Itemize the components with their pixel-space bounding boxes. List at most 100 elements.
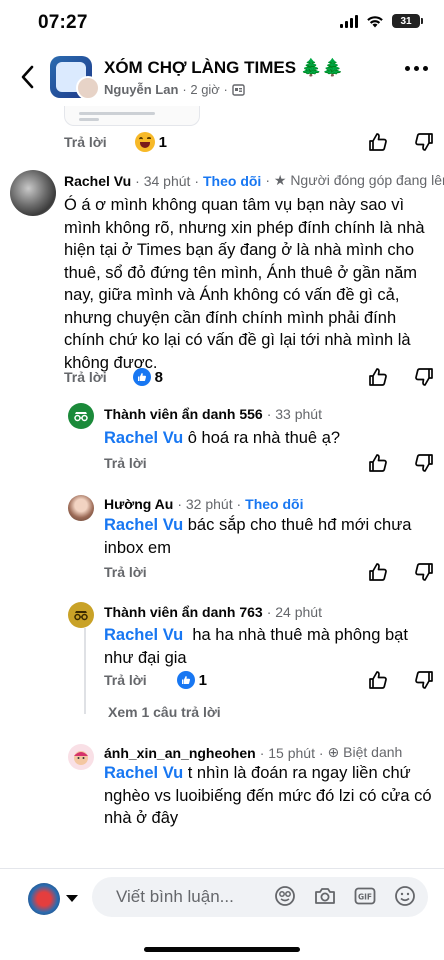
like-reaction-icon: [177, 671, 195, 689]
mention-link[interactable]: Rachel Vu: [104, 429, 183, 447]
commenter-name[interactable]: Rachel Vu: [64, 173, 131, 189]
group-title[interactable]: XÓM CHỢ LÀNG TIMES 🌲🌲: [104, 58, 343, 78]
camera-icon: [313, 884, 337, 908]
comment-text: Rachel Vu ô hoá ra nhà thuê ạ?: [104, 427, 434, 450]
thumbs-down-outline-icon: [414, 367, 434, 387]
profile-avatar[interactable]: [28, 883, 60, 915]
comment-time: · 32 phút ·: [177, 496, 241, 512]
dislike-button[interactable]: [412, 668, 436, 692]
camera-button[interactable]: [312, 883, 338, 909]
post-meta: Nguyễn Lan · 2 giờ ·: [104, 82, 245, 97]
reaction-summary[interactable]: 1: [135, 132, 167, 152]
commenter-name[interactable]: Hường Au: [104, 496, 173, 512]
comment-time: · 24 phút: [267, 604, 322, 620]
comment-header: Rachel Vu · 34 phút · Theo dõi · ★ Người…: [64, 172, 444, 189]
dislike-button[interactable]: [412, 130, 436, 154]
comment-text: Ó á ơ mình không quan tâm vụ bạn này sao…: [64, 194, 438, 374]
commenter-name[interactable]: ánh_xin_an_ngheohen: [104, 745, 256, 761]
svg-text:GIF: GIF: [358, 893, 372, 902]
thumbs-up-outline-icon: [368, 453, 388, 473]
composer-tools: GIF: [272, 883, 418, 909]
comment-time: · 34 phút ·: [135, 173, 199, 189]
anonymous-mask-icon: [72, 608, 90, 622]
like-button[interactable]: [366, 130, 390, 154]
comment-time: · 15 phút ·: [260, 745, 324, 761]
like-button[interactable]: [366, 668, 390, 692]
follow-button[interactable]: Theo dõi: [245, 496, 303, 512]
emoji-button[interactable]: [392, 883, 418, 909]
reaction-summary[interactable]: 1: [177, 671, 207, 689]
view-replies-link[interactable]: Xem 1 câu trả lời: [108, 704, 221, 720]
comment-composer: GIF: [0, 868, 444, 960]
like-button[interactable]: [366, 560, 390, 584]
mention-link[interactable]: Rachel Vu: [104, 516, 183, 534]
previous-comment-actions: Trả lời 1: [64, 130, 167, 154]
anonymous-avatar[interactable]: [68, 602, 94, 628]
vote-buttons: [366, 560, 436, 584]
commenter-name[interactable]: Thành viên ẩn danh 556: [104, 406, 263, 422]
vote-buttons: [366, 451, 436, 475]
nickname-badge: ⊕ Biệt danh: [328, 744, 403, 761]
chevron-left-icon: [20, 65, 34, 89]
comments-list: Trả lời 1 Rachel Vu · 34 phút · Theo dõi…: [0, 106, 444, 868]
identity-switcher-caret-icon[interactable]: [66, 895, 78, 902]
status-time: 07:27: [38, 12, 88, 34]
comment-header: Thành viên ẩn danh 763 · 24 phút: [104, 604, 322, 620]
battery-icon: 31: [392, 14, 420, 28]
commenter-name[interactable]: Thành viên ẩn danh 763: [104, 604, 263, 620]
comment-text: Rachel Vu ha ha nhà thuê mà phông bạt nh…: [104, 624, 434, 669]
more-options-button[interactable]: [405, 66, 428, 71]
vote-buttons: [366, 130, 436, 154]
commenter-avatar[interactable]: [68, 744, 94, 770]
comment-header: Thành viên ẩn danh 556 · 33 phút: [104, 406, 322, 422]
gif-button[interactable]: GIF: [352, 883, 378, 909]
thumbs-up-outline-icon: [368, 562, 388, 582]
emoji-icon: [393, 884, 417, 908]
post-time: · 2 giờ ·: [182, 82, 227, 97]
comment-actions: Trả lời: [104, 560, 147, 584]
follow-button[interactable]: Theo dõi: [203, 173, 261, 189]
thumbs-up-outline-icon: [368, 132, 388, 152]
dislike-button[interactable]: [412, 560, 436, 584]
thumbs-up-outline-icon: [368, 670, 388, 690]
anonymous-avatar[interactable]: [68, 403, 94, 429]
status-bar: 07:27 31: [0, 0, 444, 48]
author-avatar[interactable]: [76, 76, 100, 100]
reply-button[interactable]: Trả lời: [104, 672, 147, 688]
reply-button[interactable]: Trả lời: [104, 564, 147, 580]
commenter-avatar[interactable]: [68, 495, 94, 521]
thumbs-down-outline-icon: [414, 453, 434, 473]
reply-button[interactable]: Trả lời: [104, 455, 147, 471]
thumbs-down-outline-icon: [414, 670, 434, 690]
previous-comment-image[interactable]: [64, 106, 200, 126]
back-button[interactable]: [12, 60, 42, 94]
comment-header: Hường Au · 32 phút · Theo dõi: [104, 496, 304, 512]
thread-line: [84, 628, 86, 714]
contributor-badge: · ★ Người đóng góp đang lên: [265, 172, 444, 189]
like-button[interactable]: [366, 365, 390, 389]
like-button[interactable]: [366, 451, 390, 475]
commenter-avatar[interactable]: [10, 170, 56, 216]
reaction-summary[interactable]: 8: [133, 368, 163, 386]
dislike-button[interactable]: [412, 365, 436, 389]
thumbs-down-outline-icon: [414, 562, 434, 582]
comment-actions: Trả lời 1: [104, 668, 207, 692]
comment-actions: Trả lời 8: [64, 365, 163, 389]
thumbs-down-outline-icon: [414, 132, 434, 152]
vote-buttons: [366, 668, 436, 692]
reaction-count: 1: [159, 134, 167, 151]
home-indicator[interactable]: [144, 947, 300, 952]
comment-header: ánh_xin_an_ngheohen · 15 phút · ⊕ Biệt d…: [104, 744, 402, 761]
group-audience-icon: [232, 84, 245, 96]
anonymous-mask-icon: [72, 409, 90, 423]
status-icons: 31: [340, 14, 420, 28]
avatar-sticker-button[interactable]: [272, 883, 298, 909]
avatar-character-icon: [71, 747, 91, 767]
comment-text: Rachel Vu bác sắp cho thuê hđ mới chưa i…: [104, 514, 434, 559]
mention-link[interactable]: Rachel Vu: [104, 626, 183, 644]
mention-link[interactable]: Rachel Vu: [104, 764, 183, 782]
reply-button[interactable]: Trả lời: [64, 369, 107, 385]
dislike-button[interactable]: [412, 451, 436, 475]
post-author[interactable]: Nguyễn Lan: [104, 82, 178, 97]
reply-button[interactable]: Trả lời: [64, 134, 107, 150]
